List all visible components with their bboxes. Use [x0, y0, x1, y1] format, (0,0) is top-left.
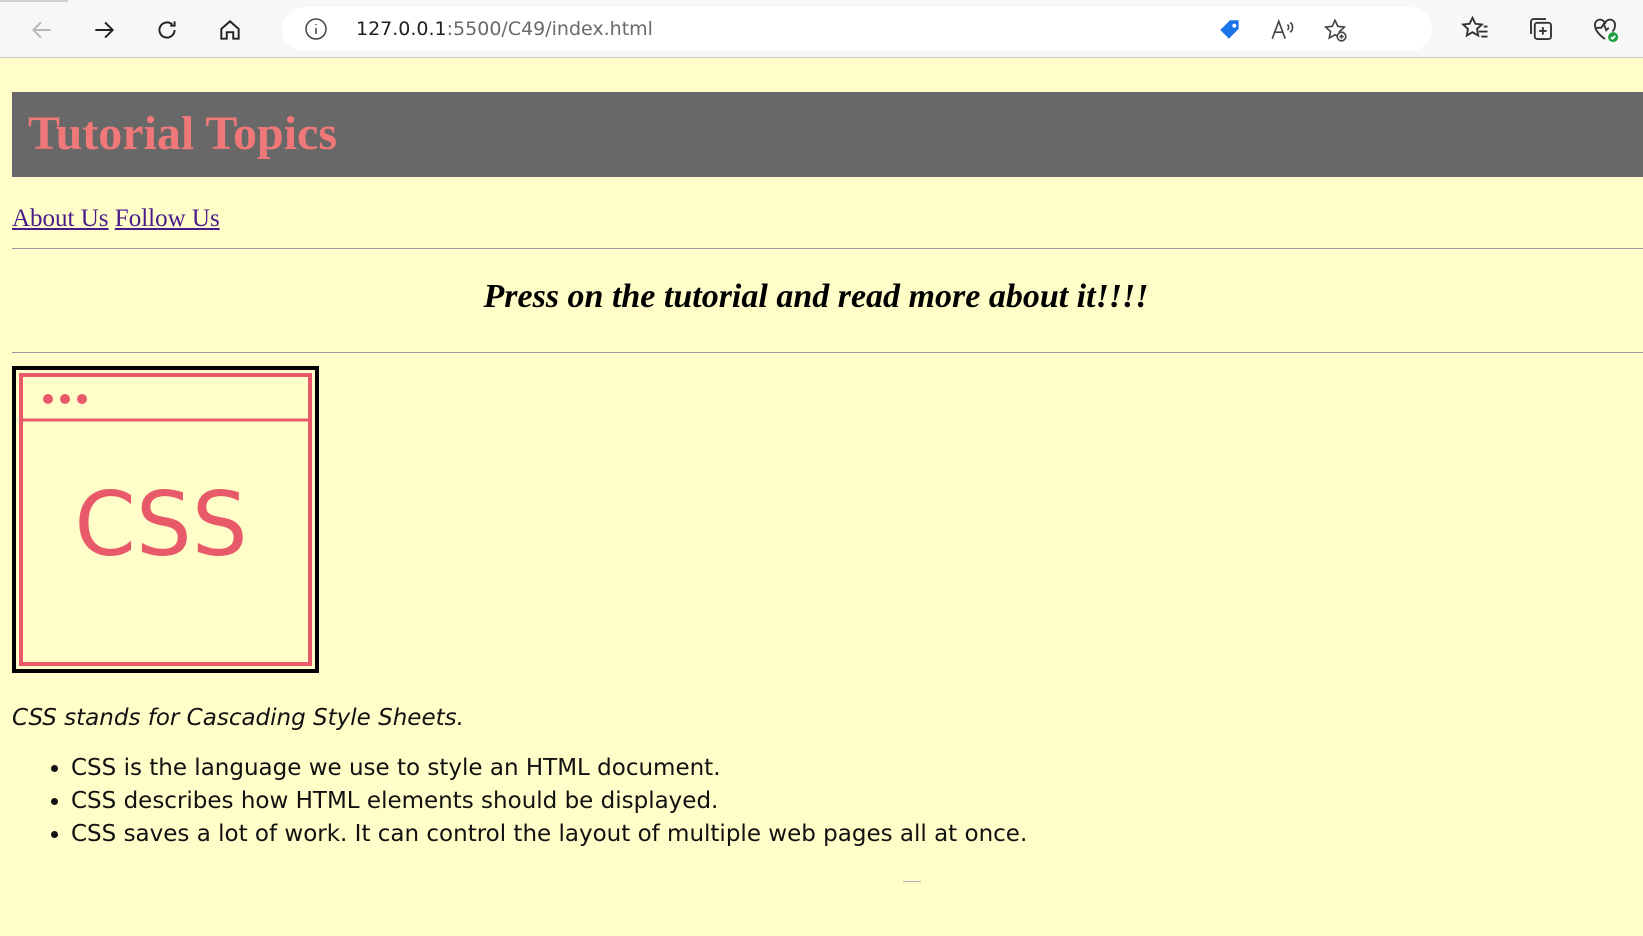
- list-item: CSS describes how HTML elements should b…: [71, 785, 1027, 818]
- page-header: Tutorial Topics: [12, 92, 1643, 177]
- nav-links: About Us Follow Us: [12, 205, 220, 233]
- small-divider: [903, 881, 921, 882]
- back-button[interactable]: [22, 10, 62, 50]
- divider: [12, 352, 1643, 353]
- css-points-list: CSS is the language we use to style an H…: [12, 752, 1027, 851]
- refresh-icon: [158, 21, 176, 39]
- follow-us-link[interactable]: Follow Us: [115, 205, 220, 232]
- home-icon: [220, 20, 240, 40]
- home-button[interactable]: [210, 10, 250, 50]
- window-dot-icon: [77, 394, 87, 404]
- info-icon[interactable]: [304, 17, 328, 41]
- css-tutorial-image[interactable]: CSS: [12, 366, 319, 673]
- about-us-link[interactable]: About Us: [12, 205, 109, 232]
- refresh-button[interactable]: [147, 10, 187, 50]
- read-aloud-icon[interactable]: [1269, 17, 1295, 43]
- address-url[interactable]: 127.0.0.1:5500/C49/index.html: [356, 18, 653, 40]
- collections-icon[interactable]: [1526, 14, 1556, 44]
- tagline: Press on the tutorial and read more abou…: [483, 278, 1149, 315]
- window-dot-icon: [60, 394, 70, 404]
- window-dot-icon: [43, 394, 53, 404]
- tab-strip-edge: [0, 0, 68, 2]
- favorites-icon[interactable]: [1460, 14, 1490, 44]
- back-icon: [31, 21, 51, 39]
- shopping-tag-icon[interactable]: [1217, 17, 1243, 43]
- address-bar[interactable]: 127.0.0.1:5500/C49/index.html: [282, 7, 1432, 51]
- css-description: CSS stands for Cascading Style Sheets.: [12, 705, 464, 731]
- list-item: CSS saves a lot of work. It can control …: [71, 818, 1027, 851]
- page-title: Tutorial Topics: [28, 107, 338, 160]
- url-host: 127.0.0.1: [356, 18, 447, 40]
- divider: [12, 248, 1643, 249]
- list-item: CSS is the language we use to style an H…: [71, 752, 1027, 785]
- url-path: :5500/C49/index.html: [446, 18, 653, 40]
- forward-icon: [95, 21, 115, 39]
- css-window-illustration: CSS: [19, 373, 312, 666]
- browser-toolbar: 127.0.0.1:5500/C49/index.html: [0, 0, 1643, 58]
- add-favorite-icon[interactable]: [1322, 17, 1348, 43]
- forward-button[interactable]: [84, 10, 124, 50]
- css-image-label: CSS: [74, 473, 247, 576]
- browser-essentials-icon[interactable]: [1590, 14, 1620, 44]
